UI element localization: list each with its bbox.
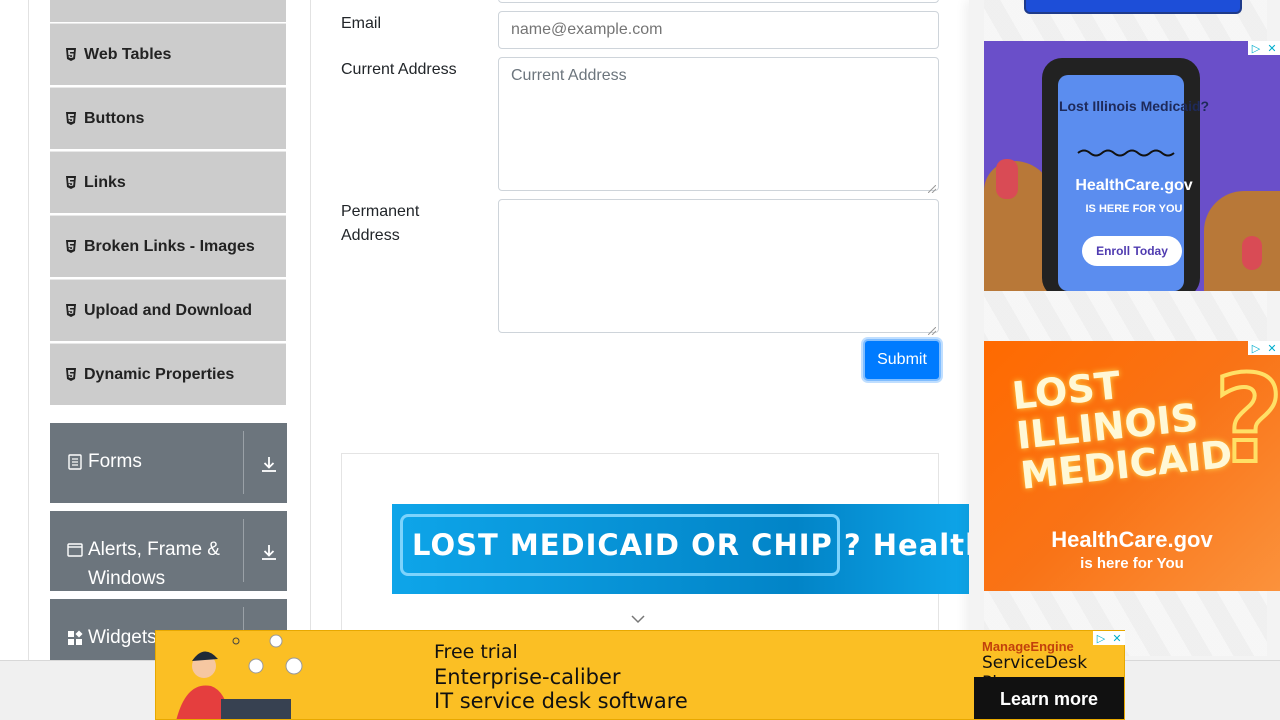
sidebar-group-forms[interactable]: Forms: [50, 423, 287, 503]
email-field[interactable]: [498, 11, 939, 49]
nail-graphic: [1242, 236, 1262, 270]
enroll-today-button[interactable]: Enroll Today: [1082, 236, 1182, 266]
download-icon[interactable]: [260, 543, 278, 561]
sidebar-item-label: Upload and Download: [84, 301, 252, 319]
ad1-headline: Lost Illinois Medicaid?: [1058, 98, 1210, 114]
html5-icon: [65, 304, 77, 317]
permanent-address-label-line1: Permanent: [341, 203, 420, 220]
sidebar-item-label: Web Tables: [84, 45, 172, 63]
sidebar-item-upload-download[interactable]: Upload and Download: [50, 279, 286, 341]
ad1-brand: HealthCare.gov: [1075, 177, 1193, 194]
permanent-address-label: Permanent Address: [341, 200, 419, 248]
bottom-ad-line1: Free trial: [434, 641, 518, 663]
current-address-placeholder: Current Address: [511, 67, 627, 84]
content-divider: [310, 0, 311, 660]
close-icon[interactable]: ✕: [1264, 41, 1280, 55]
healthcare-ad-1[interactable]: Lost Illinois Medicaid? HealthCare.gov I…: [984, 41, 1280, 291]
sidebar-item-broken-links[interactable]: Broken Links - Images: [50, 215, 286, 277]
current-address-field[interactable]: Current Address: [498, 57, 939, 194]
ad-info-icon[interactable]: ▷: [1248, 41, 1264, 55]
html5-icon: [65, 240, 77, 253]
ad-choices[interactable]: ▷ ✕: [1093, 631, 1125, 645]
resize-handle-icon[interactable]: [927, 180, 937, 194]
divider: [243, 519, 244, 582]
wide-ad-text: LOST MEDICAID OR CHIP ? HealthCare: [412, 528, 969, 562]
ad-info-icon[interactable]: ▷: [1093, 631, 1109, 645]
sidebar-item-buttons[interactable]: Buttons: [50, 87, 286, 149]
window-icon: [67, 542, 83, 558]
wide-ad-banner[interactable]: LOST MEDICAID OR CHIP ? HealthCare: [392, 504, 969, 594]
sidebar-group-label-line2: Windows: [88, 568, 166, 589]
sidebar-group-alerts[interactable]: Alerts, Frame & Windows: [50, 511, 287, 591]
sidebar-item-dynamic-properties[interactable]: Dynamic Properties: [50, 343, 286, 405]
ad2-brand: HealthCare.gov: [1051, 527, 1213, 552]
html5-icon: [65, 112, 77, 125]
current-address-label: Current Address: [341, 61, 457, 78]
form-icon: [67, 454, 83, 470]
widgets-icon: [67, 630, 83, 646]
close-icon[interactable]: ✕: [1109, 631, 1125, 645]
nail-graphic: [996, 159, 1018, 199]
servicedesk-ad[interactable]: Free trial Enterprise-caliber IT service…: [155, 630, 1125, 720]
html5-icon: [65, 176, 77, 189]
ad2-tagline: is here for You: [1080, 555, 1184, 572]
sidebar-group-label: Widgets: [88, 627, 157, 648]
permanent-address-field[interactable]: [498, 199, 939, 336]
ad-info-icon[interactable]: ▷: [1248, 341, 1264, 355]
sidebar-item-label: Broken Links - Images: [84, 237, 255, 255]
ad-choices[interactable]: ▷ ✕: [1248, 341, 1280, 355]
divider: [243, 431, 244, 494]
resize-handle-icon[interactable]: [927, 322, 937, 336]
page: Web Tables Buttons Links Broken Links - …: [0, 0, 1280, 720]
sidebar-item-web-tables[interactable]: Web Tables: [50, 23, 286, 85]
sidebar-group-label: Forms: [88, 451, 142, 472]
name-field-partial[interactable]: [498, 0, 939, 3]
email-label: Email: [341, 15, 382, 32]
learn-more-button[interactable]: Learn more: [974, 677, 1124, 719]
sidebar-item-label: Dynamic Properties: [84, 365, 235, 383]
bottom-ad-line2: Enterprise-caliber: [434, 665, 621, 689]
close-icon[interactable]: ✕: [1264, 341, 1280, 355]
html5-icon: [65, 48, 77, 61]
ad-button-partial[interactable]: [1024, 0, 1242, 14]
ad1-tagline: IS HERE FOR YOU: [1085, 203, 1183, 215]
squiggle-graphic: [1076, 144, 1176, 157]
html5-icon: [65, 368, 77, 381]
ad-choices[interactable]: ▷ ✕: [1248, 41, 1280, 55]
left-divider: [28, 0, 29, 660]
permanent-address-label-line2: Address: [341, 227, 400, 244]
sidebar-group-label: Alerts, Frame &: [88, 539, 220, 560]
sidebar-item-label: Buttons: [84, 109, 145, 127]
submit-button[interactable]: Submit: [863, 339, 941, 381]
sidebar-item-links[interactable]: Links: [50, 151, 286, 213]
healthcare-ad-2[interactable]: ? LOST ILLINOIS MEDICAID HealthCare.gov …: [984, 341, 1280, 591]
sidebar-item-label: Links: [84, 173, 126, 191]
bottom-ad-line3: IT service desk software: [434, 689, 688, 713]
ad2-headline: LOST ILLINOIS MEDICAID: [1010, 354, 1234, 498]
chevron-down-icon[interactable]: [630, 612, 646, 624]
person-laptop-illustration: [166, 631, 316, 719]
sidebar-item-partial[interactable]: [50, 0, 286, 22]
download-icon[interactable]: [260, 455, 278, 473]
vendor-logo-text: ManageEngine: [982, 639, 1074, 654]
